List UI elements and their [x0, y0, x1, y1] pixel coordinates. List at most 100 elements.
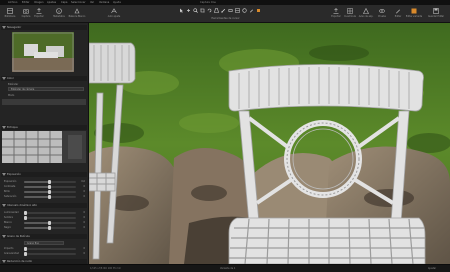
focus-header[interactable]: Enfoque — [1, 125, 87, 130]
white-balance-icon — [74, 8, 80, 14]
shadow-slider[interactable] — [24, 216, 76, 220]
spot-removal-tool-icon[interactable] — [242, 8, 247, 13]
export-right-button[interactable]: Exportar — [330, 7, 342, 21]
metadata-button[interactable]: Metadatos — [53, 7, 65, 21]
brightness-value: 0 — [83, 190, 85, 193]
collapse-icon — [2, 173, 6, 176]
collapse-icon — [2, 126, 6, 129]
granularity-slider[interactable] — [24, 252, 76, 256]
proof-button[interactable]: Prueba — [376, 7, 388, 21]
white-slider[interactable] — [24, 221, 76, 225]
black-slider[interactable] — [24, 226, 76, 230]
brightness-slider[interactable] — [24, 190, 76, 194]
edit-variant-label: Editar variante — [405, 15, 423, 18]
capture-icon — [23, 9, 29, 14]
contrast-value: 0 — [83, 185, 85, 188]
keystone-tool-icon[interactable] — [214, 8, 219, 13]
color-header[interactable]: Color — [1, 76, 87, 81]
crop-tool-icon[interactable] — [200, 8, 205, 13]
granularity-row-label: Granularidad — [4, 252, 19, 255]
pointer-tool-icon[interactable] — [179, 8, 184, 13]
film-grain-header[interactable]: Grano de Película — [1, 234, 87, 239]
black-row-label: Negro — [4, 226, 11, 229]
focus-preview — [2, 131, 86, 163]
gradient-tool-icon[interactable] — [235, 8, 240, 13]
picker-tool-icon[interactable] — [249, 8, 254, 13]
brush-tool-icon[interactable] — [221, 8, 226, 13]
export-icon — [36, 8, 42, 14]
navigator-thumbnail[interactable] — [12, 32, 74, 72]
exposure-slider[interactable] — [24, 180, 76, 184]
contrast-slider[interactable] — [24, 185, 76, 189]
impact-slider[interactable] — [24, 247, 76, 251]
export-icon — [333, 8, 339, 14]
collapse-icon — [2, 77, 6, 80]
white-balance-button[interactable]: Balance Blanco — [69, 7, 85, 21]
pan-tool-icon[interactable] — [186, 8, 191, 13]
exposure-header[interactable]: Exposición — [1, 172, 87, 177]
shadow-value: 0 — [83, 216, 85, 219]
hdr-title: Intervalo dinámico alto — [7, 204, 37, 207]
grid-button[interactable]: Cuadrícula — [344, 7, 356, 21]
metadata-label: Metadatos — [53, 15, 65, 18]
film-grain-title: Grano de Película — [7, 235, 30, 238]
curve-row[interactable] — [2, 99, 86, 105]
eraser-tool-icon[interactable] — [228, 8, 233, 13]
proof-icon — [379, 9, 385, 13]
navigator-title: Navegador — [7, 26, 22, 29]
hdr-header[interactable]: Intervalo dinámico alto — [1, 203, 87, 208]
exposure-warning-icon — [363, 8, 369, 14]
white-value: 0 — [83, 221, 85, 224]
exposure-title: Exposición — [7, 173, 21, 176]
color-title: Color — [7, 77, 14, 80]
mode-label: Modo — [8, 94, 15, 97]
granularity-value: 0 — [83, 252, 85, 255]
color-profile-dropdown[interactable]: Estándar de cámara — [8, 87, 84, 91]
saturation-value: 0 — [83, 195, 85, 198]
cursor-tools-label: Herramientas de cursor — [211, 17, 240, 20]
collapse-icon — [2, 204, 6, 207]
saturation-row-label: Saturación — [4, 195, 17, 198]
edit-icon — [396, 9, 400, 14]
auto-adjust-label: Auto ajuste — [107, 15, 121, 18]
export-left-label: Exportar — [34, 15, 44, 18]
auto-adjust-button[interactable]: Auto ajuste — [108, 7, 120, 21]
exposure-warning-button[interactable]: Aviso de exp. — [359, 7, 373, 21]
shadow-row-label: Sombra — [4, 216, 13, 219]
highlight-value: 0 — [83, 211, 85, 214]
edit-variant-button[interactable]: Editar variante — [406, 7, 422, 21]
export-left-button[interactable]: Exportar — [33, 7, 45, 21]
preset-label: Estándar — [8, 83, 19, 86]
edit-button[interactable]: Editar — [392, 7, 404, 21]
brightness-row-label: Brillo — [4, 190, 10, 193]
toolbar: Biblioteca Captura Exportar Metadatos Ba… — [0, 5, 450, 23]
navigator-header[interactable]: Navegador — [1, 25, 87, 30]
exposure-row-label: Exposición — [4, 180, 17, 183]
auto-adjust-icon — [111, 8, 117, 14]
tool-panel: Navegador Color Estándar Estándar de cám… — [0, 23, 89, 264]
save-edit-label: Guardar Editar — [427, 15, 445, 18]
impact-value: 0 — [83, 247, 85, 250]
saturation-slider[interactable] — [24, 195, 76, 199]
capture-button[interactable]: Captura — [20, 7, 32, 21]
library-icon — [7, 8, 13, 14]
save-edit-icon — [433, 8, 439, 14]
white-balance-label: Balance Blanco — [68, 15, 86, 18]
highlight-slider[interactable] — [24, 211, 76, 215]
grain-type-dropdown[interactable]: Grano fino — [24, 241, 64, 245]
contrast-row-label: Contraste — [4, 185, 16, 188]
annotate-tool-icon[interactable] — [256, 8, 261, 13]
photo-bench-in-garden — [89, 23, 450, 264]
rotate-tool-icon[interactable] — [207, 8, 212, 13]
exposure-value: 0,0 — [81, 180, 85, 183]
metadata-icon — [56, 8, 62, 14]
black-value: 0 — [83, 226, 85, 229]
image-viewer[interactable] — [89, 23, 450, 264]
impact-row-label: Impacto — [4, 247, 14, 250]
focus-title: Enfoque — [7, 126, 18, 129]
grid-icon — [347, 8, 353, 14]
library-button[interactable]: Biblioteca — [4, 7, 16, 21]
edit-variant-icon — [411, 8, 417, 14]
save-edit-button[interactable]: Guardar Editar — [428, 7, 444, 21]
zoom-tool-icon[interactable] — [193, 8, 198, 13]
